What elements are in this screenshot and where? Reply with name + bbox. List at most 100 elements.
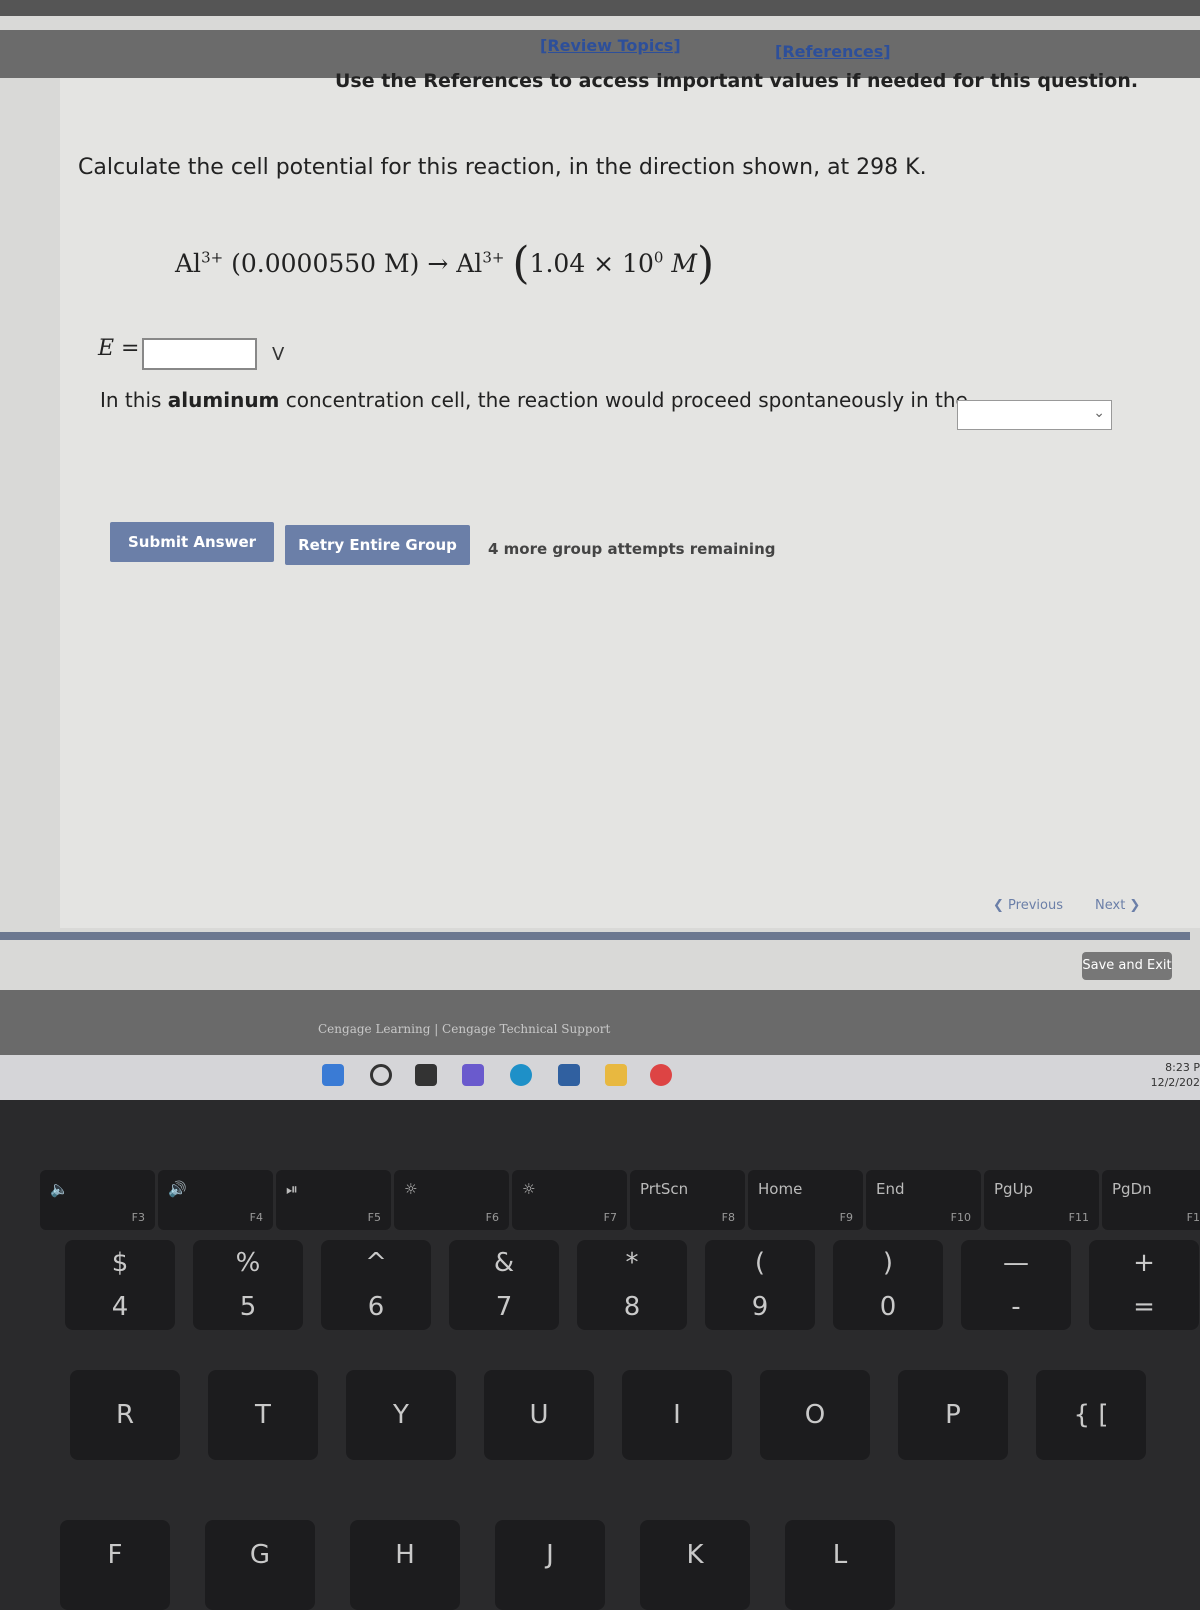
key-label: PrtScn [640, 1180, 689, 1198]
key-j[interactable]: J [495, 1520, 605, 1610]
question-panel [60, 78, 1200, 928]
key-label: K [686, 1540, 704, 1570]
key-o[interactable]: O [760, 1370, 870, 1460]
key-r[interactable]: R [70, 1370, 180, 1460]
key-y[interactable]: Y [346, 1370, 456, 1460]
key-sublabel: F6 [485, 1211, 499, 1224]
chevron-down-icon: ⌄ [1093, 405, 1105, 421]
key--[interactable]: — - [961, 1240, 1071, 1330]
key-label: 9 [751, 1292, 769, 1322]
key-sublabel: F5 [367, 1211, 381, 1224]
key-label: P [945, 1400, 961, 1430]
key-label: F [107, 1540, 123, 1570]
left-concentration: (0.0000550 M) [231, 249, 420, 278]
fkey-f9[interactable]: Home F9 [748, 1170, 863, 1230]
e-label: E = [98, 336, 140, 361]
fkey-f3[interactable]: 🔈 F3 [40, 1170, 155, 1230]
key-label: PgDn [1112, 1180, 1152, 1198]
previous-button[interactable]: ❮ Previous [993, 898, 1063, 913]
fkey-f4[interactable]: 🔊 F4 [158, 1170, 273, 1230]
task-view-icon[interactable] [415, 1064, 437, 1086]
fkey-f12[interactable]: PgDn F12 [1102, 1170, 1200, 1230]
key-label: 5 [239, 1292, 257, 1322]
key-label: = [1133, 1292, 1155, 1322]
key-5[interactable]: % 5 [193, 1240, 303, 1330]
browser-top-bar [0, 0, 1200, 16]
question-prompt: Calculate the cell potential for this re… [78, 155, 927, 180]
key-bracketbracketbracket[interactable]: { [ [1036, 1370, 1146, 1460]
key-label: H [395, 1540, 415, 1570]
divider [0, 932, 1190, 940]
direction-sentence: In this aluminum concentration cell, the… [100, 388, 968, 412]
key-label: 8 [623, 1292, 641, 1322]
submit-answer-button[interactable]: Submit Answer [110, 522, 274, 562]
right-unit: M [671, 249, 697, 278]
file-explorer-icon[interactable] [605, 1064, 627, 1086]
key-k[interactable]: K [640, 1520, 750, 1610]
key-8[interactable]: * 8 [577, 1240, 687, 1330]
fkey-f8[interactable]: PrtScn F8 [630, 1170, 745, 1230]
key-sublabel: F4 [249, 1211, 263, 1224]
key-f[interactable]: F [60, 1520, 170, 1610]
reaction-arrow: → [427, 249, 449, 278]
edge-icon[interactable] [510, 1064, 532, 1086]
right-concentration: 1.04 × 10 [529, 249, 654, 278]
review-topics-link[interactable]: [Review Topics] [540, 36, 681, 55]
key-shift-label: $ [111, 1248, 129, 1278]
key-9[interactable]: (9 [705, 1240, 815, 1330]
key-7[interactable]: & 7 [449, 1240, 559, 1330]
key-label: End [876, 1180, 905, 1198]
key-l[interactable]: L [785, 1520, 895, 1610]
fkey-f11[interactable]: PgUp F11 [984, 1170, 1099, 1230]
right-ion: Al [456, 249, 483, 278]
key-label: ☼ [404, 1180, 418, 1198]
left-ion: Al [175, 249, 202, 278]
search-icon[interactable] [370, 1064, 392, 1086]
key-label: T [255, 1400, 271, 1430]
key-shift-label: & [493, 1248, 515, 1278]
fkey-f5[interactable]: ⏯ F5 [276, 1170, 391, 1230]
key-=[interactable]: + = [1089, 1240, 1199, 1330]
key-t[interactable]: T [208, 1370, 318, 1460]
references-note: Use the References to access important v… [335, 70, 1139, 92]
key-0[interactable]: ) 0 [833, 1240, 943, 1330]
key-i[interactable]: I [622, 1370, 732, 1460]
key-6[interactable]: ^ 6 [321, 1240, 431, 1330]
reaction-equation: Al3+ (0.0000550 M) → Al3+ (1.04 × 100 M) [175, 238, 715, 289]
taskbar [0, 1055, 1200, 1100]
chrome-icon[interactable] [650, 1064, 672, 1086]
references-link[interactable]: [References] [775, 42, 891, 61]
key-shift-label: ( [754, 1248, 766, 1278]
cell-potential-input[interactable] [142, 338, 257, 370]
fkey-f10[interactable]: End F10 [866, 1170, 981, 1230]
screen: [Review Topics] [References] Use the Ref… [0, 0, 1200, 1100]
footer-links[interactable]: Cengage Learning | Cengage Technical Sup… [318, 1022, 610, 1036]
key-shift-label: — [1003, 1248, 1029, 1278]
fkey-f6[interactable]: ☼ F6 [394, 1170, 509, 1230]
next-button[interactable]: Next ❯ [1095, 898, 1140, 913]
key-label: U [529, 1400, 549, 1430]
save-exit-button[interactable]: Save and Exit [1082, 952, 1172, 980]
key-label: ☼ [522, 1180, 536, 1198]
key-label: O [804, 1400, 826, 1430]
key-label: 🔈 [50, 1180, 69, 1198]
key-4[interactable]: $4 [65, 1240, 175, 1330]
meet-icon[interactable] [462, 1064, 484, 1086]
key-sublabel: F3 [131, 1211, 145, 1224]
store-icon[interactable] [558, 1064, 580, 1086]
retry-group-button[interactable]: Retry Entire Group [285, 525, 470, 565]
direction-select[interactable]: ⌄ [957, 400, 1112, 430]
fkey-f7[interactable]: ☼ F7 [512, 1170, 627, 1230]
key-h[interactable]: H [350, 1520, 460, 1610]
windows-start-icon[interactable] [322, 1064, 344, 1086]
key-u[interactable]: U [484, 1370, 594, 1460]
key-shift-label: * [625, 1248, 639, 1278]
key-p[interactable]: P [898, 1370, 1008, 1460]
key-label: G [249, 1540, 271, 1570]
key-label: 🔊 [168, 1180, 187, 1198]
clock[interactable]: 8:23 P 12/2/202 [1151, 1060, 1200, 1090]
key-shift-label: ^ [365, 1248, 387, 1278]
key-g[interactable]: G [205, 1520, 315, 1610]
key-label: Y [393, 1400, 409, 1430]
left-charge: 3+ [201, 248, 224, 267]
